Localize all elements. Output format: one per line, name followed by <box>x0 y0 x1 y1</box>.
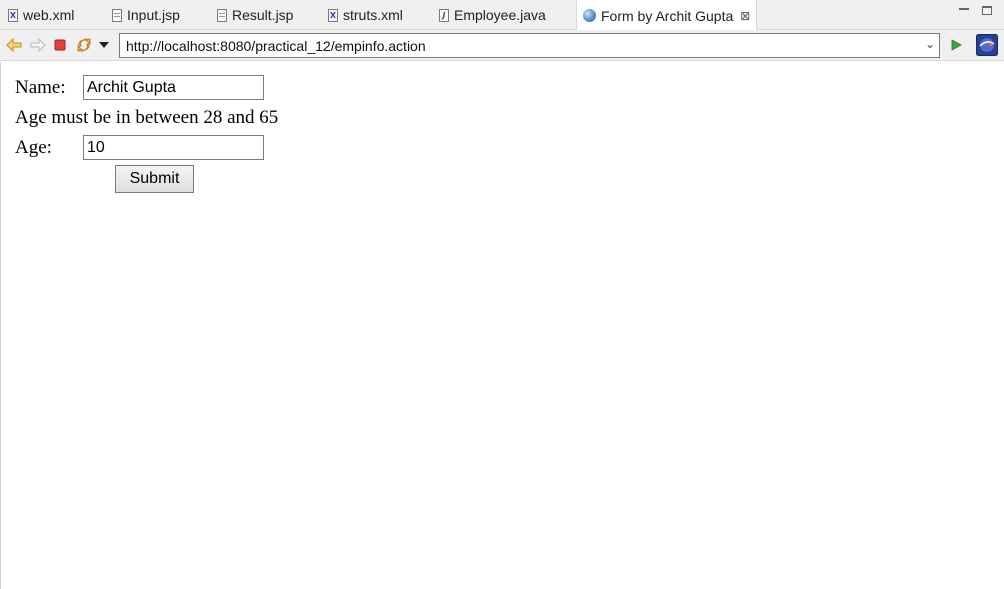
tab-label: web.xml <box>23 7 75 23</box>
play-icon <box>951 39 962 51</box>
browser-content-area: Name: Archit Gupta Age must be in betwee… <box>0 62 1004 589</box>
tab-web-xml[interactable]: X web.xml <box>8 0 74 30</box>
tab-input-jsp[interactable]: Input.jsp <box>112 0 180 30</box>
tab-label: Input.jsp <box>127 7 180 23</box>
forward-arrow-icon <box>30 38 46 52</box>
forward-button[interactable] <box>29 37 47 53</box>
jsp-file-icon <box>217 8 227 22</box>
stop-button[interactable] <box>52 37 68 53</box>
tab-label: struts.xml <box>343 7 403 23</box>
browser-toolbar: http://localhost:8080/practical_12/empin… <box>0 30 1004 61</box>
maximize-icon[interactable] <box>982 6 992 15</box>
submit-button[interactable]: Submit <box>115 165 194 193</box>
dropdown-triangle-icon <box>99 42 109 48</box>
url-bar[interactable]: http://localhost:8080/practical_12/empin… <box>119 33 940 58</box>
refresh-button[interactable] <box>75 37 93 53</box>
xml-file-icon: X <box>328 8 338 22</box>
jsp-file-icon <box>112 8 122 22</box>
url-text: http://localhost:8080/practical_12/empin… <box>126 37 426 54</box>
age-validation-error: Age must be in between 28 and 65 <box>15 107 279 128</box>
age-input[interactable]: 10 <box>83 135 264 160</box>
tab-struts-xml[interactable]: X struts.xml <box>328 0 403 30</box>
back-arrow-icon <box>6 38 22 52</box>
tab-form-by-archit-gupta[interactable]: Form by Archit Gupta ⊠ <box>576 0 758 31</box>
tab-label: Result.jsp <box>232 7 294 23</box>
history-dropdown-button[interactable] <box>97 37 111 53</box>
name-input[interactable]: Archit Gupta <box>83 75 264 100</box>
go-button[interactable] <box>948 37 964 53</box>
stop-icon <box>54 39 66 51</box>
external-browser-button[interactable] <box>976 34 998 56</box>
tab-label: Form by Archit Gupta <box>601 7 734 24</box>
name-label: Name: <box>15 77 66 98</box>
chevron-down-icon[interactable]: ⌄ <box>925 37 935 51</box>
browser-globe-icon <box>976 34 998 56</box>
age-label: Age: <box>15 137 52 158</box>
minimize-icon[interactable] <box>959 8 969 12</box>
refresh-icon <box>77 38 91 52</box>
back-button[interactable] <box>5 37 23 53</box>
tab-label: Employee.java <box>454 7 546 23</box>
tab-employee-java[interactable]: J Employee.java <box>439 0 546 30</box>
tab-result-jsp[interactable]: Result.jsp <box>217 0 293 30</box>
java-file-icon: J <box>439 8 449 22</box>
xml-file-icon: X <box>8 8 18 22</box>
close-icon[interactable]: ⊠ <box>740 9 750 23</box>
globe-icon <box>583 9 596 22</box>
editor-tab-bar: X web.xml Input.jsp Result.jsp X struts.… <box>0 0 1004 31</box>
